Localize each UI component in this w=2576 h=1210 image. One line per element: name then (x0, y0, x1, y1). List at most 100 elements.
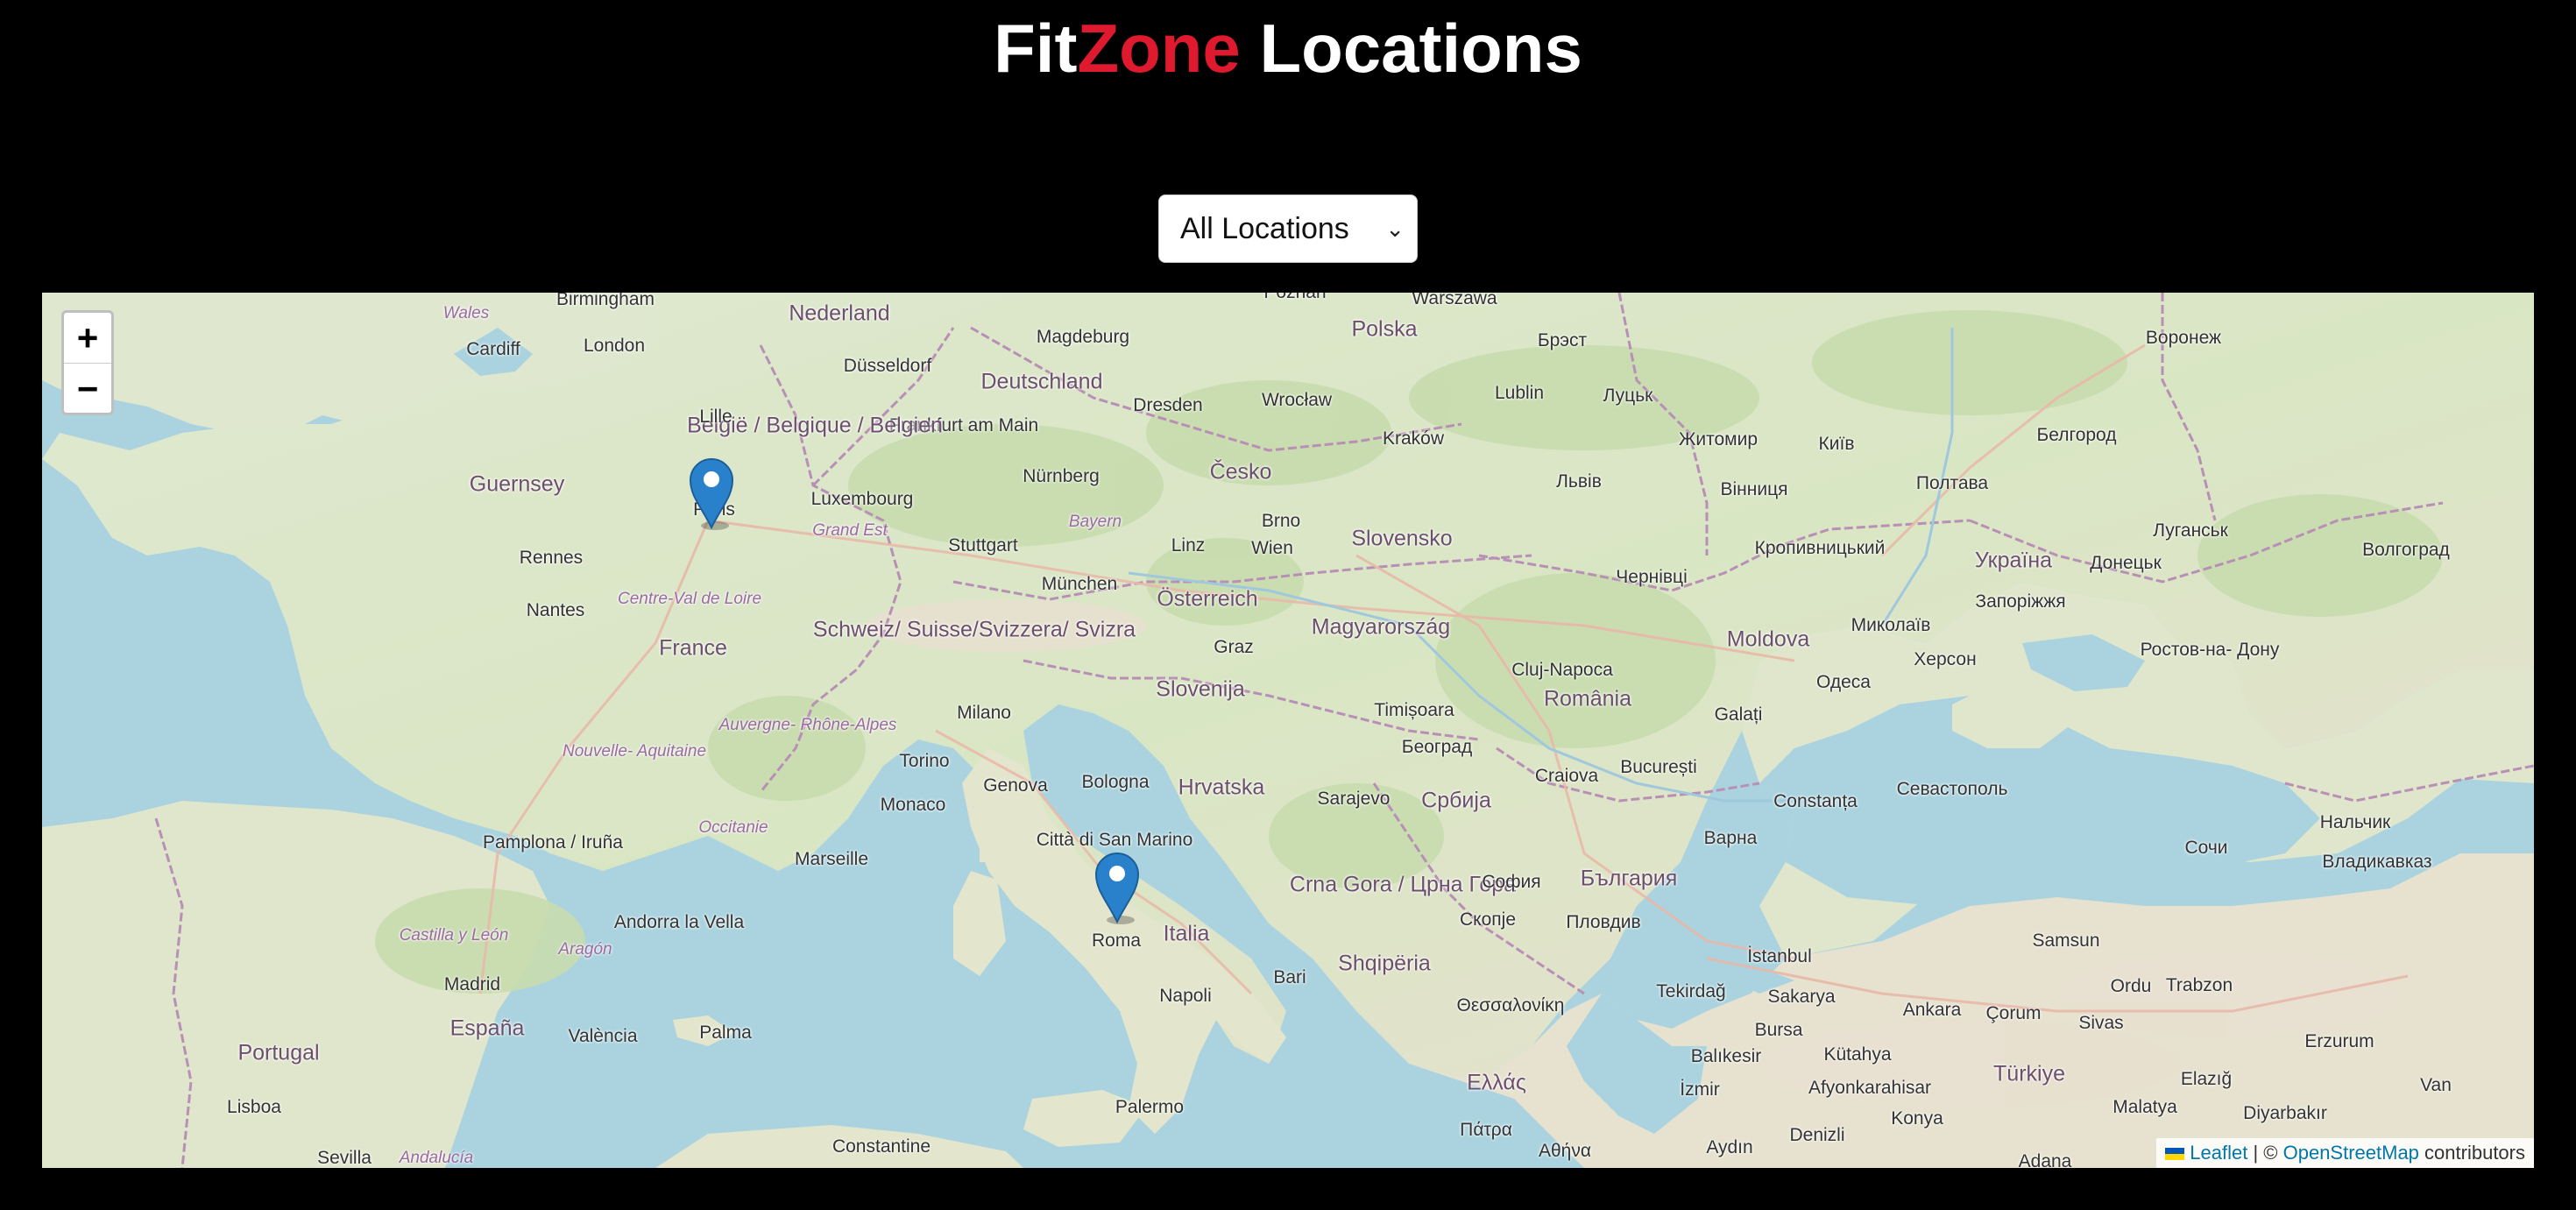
place-sarajevo: Sarajevo (1317, 789, 1391, 809)
place-roma: Roma (1091, 930, 1142, 951)
place-munchen: München (1041, 574, 1118, 594)
place-istanbul: İstanbul (1747, 946, 1812, 966)
attribution-separator: | © (2253, 1142, 2278, 1164)
place-malatya: Malatya (2112, 1097, 2177, 1117)
place-moldova: Moldova (1726, 626, 1810, 652)
place-rennes: Rennes (519, 548, 584, 568)
map-pin-icon[interactable] (689, 456, 734, 531)
place-bari: Bari (1273, 967, 1306, 987)
place-bulgaria: България (1580, 866, 1678, 891)
place-tekirdag: Tekirdağ (1656, 981, 1726, 1001)
place-volgograd: Волгоград (2362, 540, 2450, 560)
place-luhansk: Луганськ (2153, 520, 2228, 541)
place-guernsey: Guernsey (469, 471, 565, 497)
leaflet-link[interactable]: Leaflet (2190, 1142, 2247, 1164)
place-mykolaiv: Миколаїв (1851, 615, 1931, 635)
map-base-layer (42, 293, 2534, 1168)
place-brno: Brno (1261, 511, 1301, 531)
place-izmir: İzmir (1680, 1079, 1720, 1100)
place-bayern: Bayern (1068, 513, 1122, 531)
place-nederland: Nederland (789, 301, 890, 326)
place-france: France (659, 635, 727, 661)
place-dresden: Dresden (1133, 395, 1203, 415)
location-filter-selected: All Locations (1180, 212, 1349, 245)
place-srbija: Србија (1421, 788, 1491, 813)
place-bursa: Bursa (1754, 1020, 1803, 1040)
openstreetmap-link[interactable]: OpenStreetMap (2283, 1142, 2419, 1164)
place-sevastopol: Севастополь (1896, 779, 2008, 799)
place-ordu: Ordu (2110, 976, 2152, 996)
place-ellas: Ελλάς (1467, 1070, 1526, 1095)
place-auvergne: Auvergne- Rhône-Alpes (718, 716, 897, 734)
place-constanta: Constanța (1773, 791, 1858, 811)
place-london: London (583, 336, 646, 356)
place-stuttgart: Stuttgart (948, 535, 1018, 555)
place-zaporizhzhia: Запоріжжя (1975, 591, 2066, 612)
place-pamplona: Pamplona / Iruña (483, 832, 623, 853)
place-napoli: Napoli (1159, 986, 1212, 1006)
place-shqiperia: Shqipëria (1338, 951, 1431, 976)
place-nalchik: Нальчик (2319, 812, 2391, 832)
place-poznan: Poznań (1263, 293, 1326, 303)
place-andorra: Andorra la Vella (613, 912, 745, 932)
place-sofia: София (1482, 872, 1541, 892)
place-romania: România (1543, 686, 1632, 711)
place-genova: Genova (983, 775, 1048, 796)
attribution-suffix: contributors (2424, 1142, 2525, 1164)
place-aragon: Aragón (558, 940, 612, 959)
place-milano: Milano (957, 703, 1011, 723)
place-schweiz: Schweiz/ Suisse/Svizzera/ Svizra (812, 617, 1136, 642)
place-ankara: Ankara (1902, 1000, 1962, 1020)
place-cluj: Cluj-Napoca (1511, 660, 1613, 680)
place-afyon: Afyonkarahisar (1808, 1078, 1932, 1098)
place-diyarbakir: Diyarbakır (2243, 1103, 2327, 1123)
place-wroclaw: Wrocław (1261, 390, 1333, 410)
place-trabzon: Trabzon (2165, 975, 2233, 995)
place-kyiv: Київ (1818, 434, 1855, 454)
place-odesa: Одеса (1816, 672, 1871, 692)
place-aydin: Aydın (1706, 1137, 1753, 1157)
place-elazig: Elazığ (2180, 1069, 2233, 1089)
place-hrvatska: Hrvatska (1178, 775, 1265, 800)
place-wales: Wales (442, 304, 490, 322)
place-balikesir: Balıkesir (1690, 1046, 1762, 1066)
place-wien: Wien (1251, 538, 1293, 558)
place-vladikavkaz: Владикавказ (2322, 852, 2432, 872)
place-osterreich: Österreich (1157, 586, 1258, 612)
title-part-fit: Fit (994, 10, 1078, 87)
place-monaco: Monaco (880, 795, 946, 815)
place-cardiff: Cardiff (466, 339, 520, 359)
place-nurnberg: Nürnberg (1023, 466, 1100, 486)
place-erzurum: Erzurum (2304, 1031, 2374, 1051)
map[interactable]: Birmingham Wales Cardiff London Nederlan… (42, 293, 2534, 1168)
ukraine-flag-icon (2165, 1148, 2185, 1161)
place-italia: Italia (1163, 921, 1210, 946)
place-polska: Polska (1351, 316, 1418, 342)
place-sevilla: Sevilla (317, 1148, 372, 1168)
place-patra: Πάτρα (1460, 1120, 1512, 1140)
place-grand-est: Grand Est (812, 521, 888, 540)
place-dusseldorf: Düsseldorf (843, 356, 932, 376)
place-slovenija: Slovenija (1156, 676, 1245, 702)
zoom-in-button[interactable]: + (64, 313, 111, 363)
place-constantine: Constantine (832, 1136, 931, 1157)
place-beograd: Београд (1401, 737, 1473, 757)
place-plovdiv: Пловдив (1566, 912, 1641, 932)
place-sochi: Сочи (2184, 838, 2228, 858)
place-chernivtsi: Чернівці (1616, 567, 1688, 587)
place-galati: Galați (1714, 704, 1763, 725)
page: FitZone Locations All Locations ⌄ Birmin… (0, 0, 2576, 1210)
place-brest: Брэст (1537, 330, 1588, 350)
place-samsun: Samsun (2032, 930, 2100, 951)
place-luxembourg: Luxembourg (810, 489, 914, 509)
zoom-out-button[interactable]: − (64, 363, 111, 413)
place-graz: Graz (1214, 637, 1254, 657)
location-filter-select[interactable]: All Locations ⌄ (1158, 195, 1418, 263)
place-occitanie: Occitanie (698, 818, 768, 837)
place-cesko: Česko (1209, 459, 1272, 485)
place-portugal: Portugal (237, 1040, 320, 1065)
place-birmingham: Birmingham (556, 293, 655, 309)
map-pin-icon[interactable] (1094, 850, 1140, 925)
place-konya: Konya (1891, 1108, 1943, 1129)
place-sivas: Sivas (2078, 1013, 2124, 1033)
